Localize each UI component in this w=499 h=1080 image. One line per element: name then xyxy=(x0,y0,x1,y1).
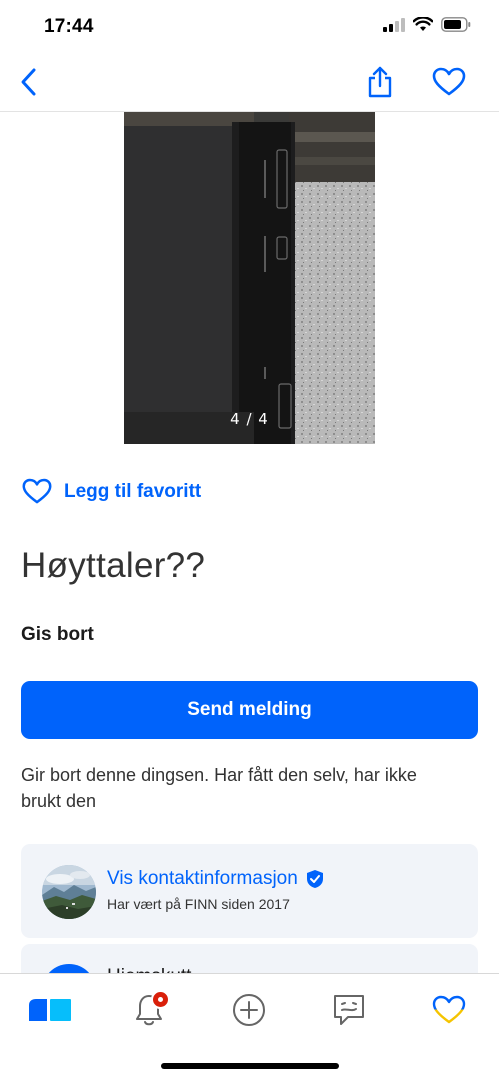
show-contact-info-link[interactable]: Vis kontaktinformasjon xyxy=(107,868,324,890)
share-button[interactable] xyxy=(362,63,398,101)
add-favorite-label: Legg til favoritt xyxy=(64,480,202,502)
heart-icon xyxy=(432,995,466,1024)
tab-notifications[interactable] xyxy=(124,988,174,1032)
photo-counter: 4 / 4 xyxy=(230,410,269,428)
member-since-text: Har vært på FINN siden 2017 xyxy=(107,896,290,912)
plus-circle-icon xyxy=(233,994,265,1026)
favorite-button[interactable] xyxy=(429,63,469,101)
heart-icon xyxy=(22,478,52,504)
speaker-photo xyxy=(124,112,375,444)
tab-home[interactable] xyxy=(25,988,75,1032)
chat-icon xyxy=(334,995,364,1025)
notification-badge xyxy=(151,990,170,1009)
status-time: 17:44 xyxy=(44,16,94,37)
back-button[interactable] xyxy=(10,64,46,100)
home-indicator xyxy=(161,1063,339,1069)
status-bar: 17:44 xyxy=(0,0,499,54)
ad-price: Gis bort xyxy=(21,624,94,645)
ad-title: Høyttaler?? xyxy=(21,546,206,585)
ad-description: Gir bort denne dingsen. Har fått den sel… xyxy=(21,765,417,811)
seller-contact-card[interactable]: Vis kontaktinformasjon Har vært på FINN … xyxy=(21,844,478,938)
send-message-button[interactable]: Send melding xyxy=(21,681,478,739)
status-icons xyxy=(383,17,471,32)
top-nav-bar xyxy=(0,54,499,112)
avatar xyxy=(42,865,96,919)
avatar-landscape-image xyxy=(42,865,96,919)
chevron-left-icon xyxy=(21,68,36,96)
tab-messages[interactable] xyxy=(324,988,374,1032)
battery-icon xyxy=(441,17,471,32)
notification-badge-dot xyxy=(158,997,163,1002)
finn-logo-icon xyxy=(29,999,71,1021)
share-icon xyxy=(368,66,392,98)
contact-info-label: Vis kontaktinformasjon xyxy=(107,868,298,889)
verified-badge-icon xyxy=(306,870,323,888)
heart-icon xyxy=(432,67,466,96)
tab-favorites[interactable] xyxy=(424,988,474,1032)
add-favorite-link[interactable]: Legg til favoritt xyxy=(22,478,201,505)
tab-new-ad[interactable] xyxy=(224,988,274,1032)
ad-photo[interactable]: 4 / 4 xyxy=(124,112,375,444)
signal-icon xyxy=(383,17,405,32)
wifi-icon xyxy=(413,17,433,31)
